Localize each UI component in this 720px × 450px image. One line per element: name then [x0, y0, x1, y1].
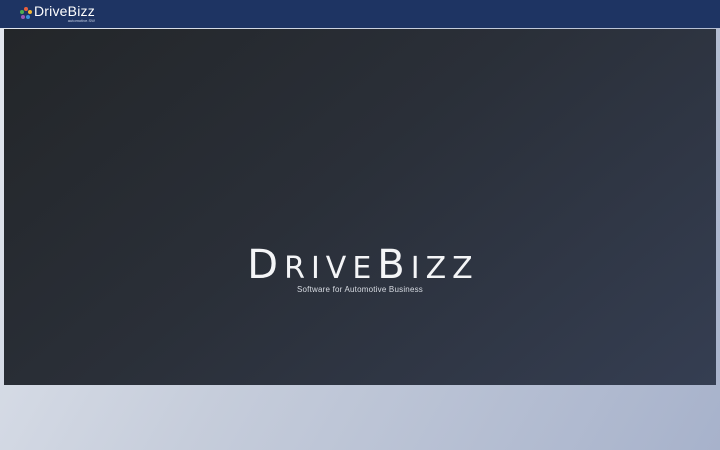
brand-logo[interactable]: DriveBizz automotive.SW [20, 4, 95, 24]
hero-title: DRIVEBIZZ [4, 243, 716, 291]
logo-subtext: automotive.SW [67, 18, 95, 23]
hero-subtitle: Software for Automotive Business [296, 285, 423, 294]
logo-text: DriveBizz [34, 3, 95, 19]
hero-banner: DRIVEBIZZ Software for Automotive Busine… [4, 29, 716, 385]
logo-dots-icon [20, 7, 32, 19]
logo-dot [26, 15, 30, 19]
hero-title-part: IZZ [410, 251, 479, 286]
hero-title-part: B [377, 242, 411, 288]
top-navbar: DriveBizz automotive.SW [0, 0, 720, 28]
hero-title-part: RIVE [284, 251, 378, 286]
logo-dot [20, 10, 24, 14]
logo-dot [21, 15, 25, 19]
logo-dot [28, 10, 32, 14]
hero-title-part: D [247, 242, 285, 288]
